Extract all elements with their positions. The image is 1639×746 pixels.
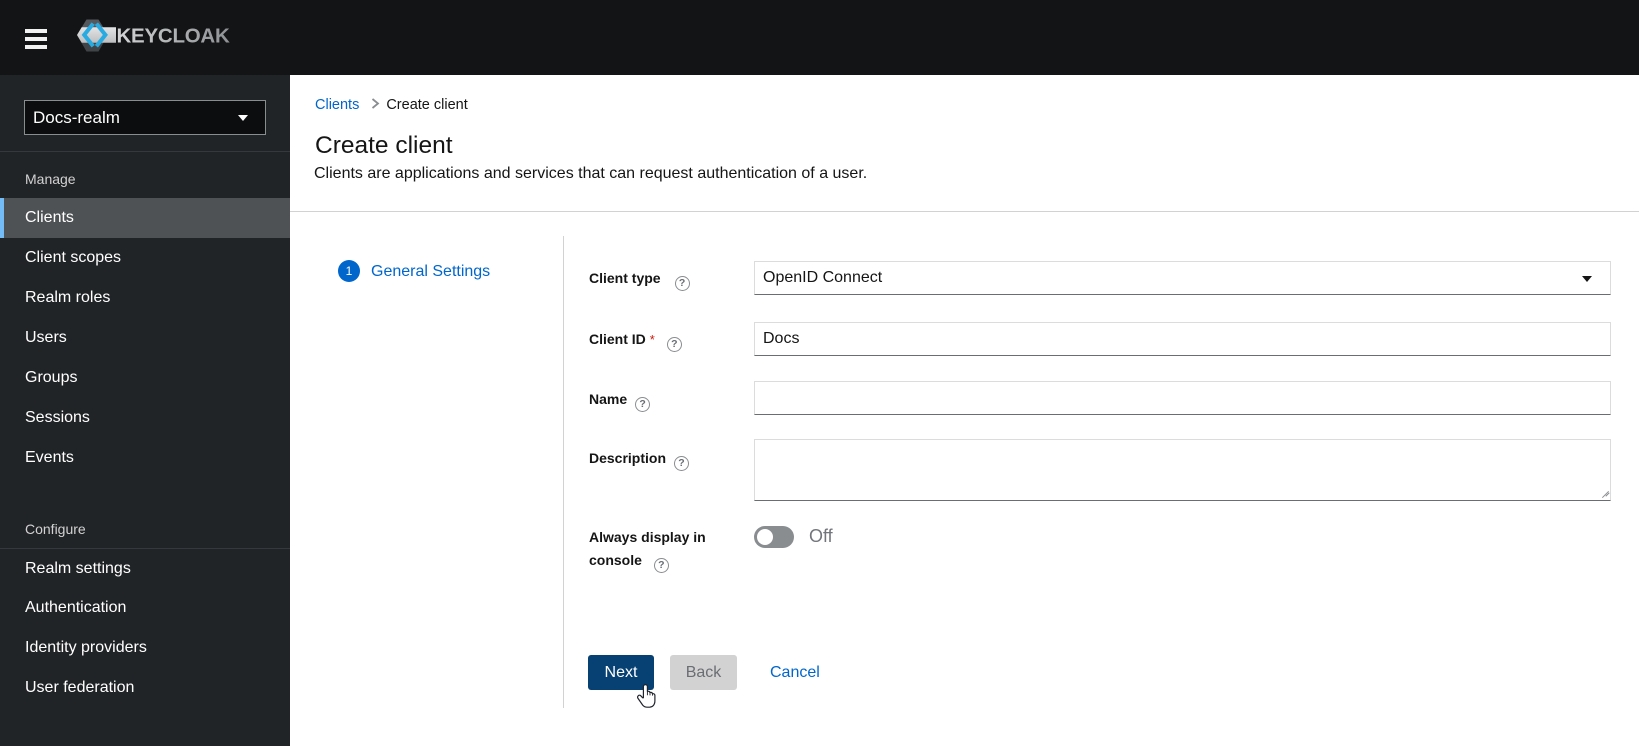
svg-text:KEYCLOAK: KEYCLOAK (117, 24, 230, 47)
